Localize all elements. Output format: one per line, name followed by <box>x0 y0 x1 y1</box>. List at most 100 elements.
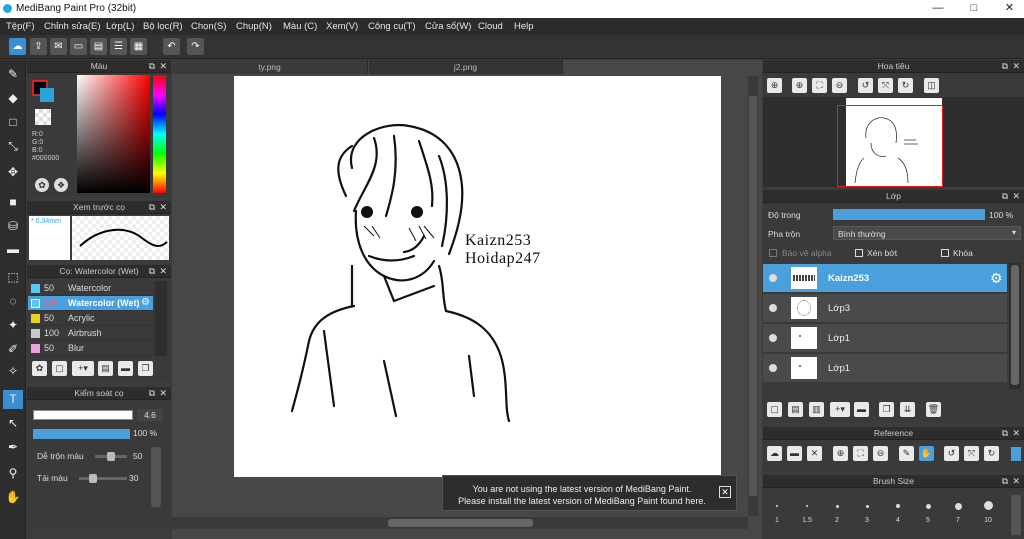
close-button[interactable]: ✕ <box>995 0 1024 18</box>
canvas-page[interactable]: Kaizn253 Hoidap247 <box>234 76 721 477</box>
control-panel-scrollbar[interactable] <box>151 447 161 507</box>
navigator-viewport-frame[interactable] <box>837 105 943 187</box>
mix-slider-handle[interactable] <box>107 452 115 461</box>
layer-row-kaizn253[interactable]: Kaizn253 ⚙ <box>763 264 1007 293</box>
brush-item-watercolor[interactable]: 50 Watercolor <box>28 281 153 296</box>
new-halftone-layer-icon[interactable]: ▤ <box>788 402 803 417</box>
menu-select[interactable]: Chọn(S) <box>191 21 226 32</box>
vertical-scrollbar[interactable] <box>748 76 758 516</box>
menu-tools[interactable]: Công cụ(T) <box>368 21 416 32</box>
brush-list-scrollbar[interactable] <box>155 281 167 356</box>
zoom-out-icon[interactable]: ⊖ <box>873 446 888 461</box>
opacity-slider[interactable] <box>33 429 130 439</box>
fill-rect-tool-icon[interactable]: ■ <box>3 193 23 212</box>
new-folder-icon[interactable]: ▬ <box>854 402 869 417</box>
select-eraser-tool-icon[interactable]: ✧ <box>3 362 23 381</box>
size-dot-1-5[interactable] <box>806 505 808 507</box>
cloud-icon[interactable]: ☁ <box>9 38 26 55</box>
close-panel-icon[interactable]: ✕ <box>159 60 167 73</box>
brush-settings-icon[interactable]: ✿ <box>32 361 47 376</box>
secondary-color-swatch[interactable] <box>40 88 54 102</box>
undock-icon[interactable]: ⧉ <box>149 387 155 400</box>
menu-layer[interactable]: Lớp(L) <box>106 21 134 32</box>
horizontal-scrollbar[interactable] <box>172 517 748 529</box>
undock-icon[interactable]: ⧉ <box>1002 190 1008 203</box>
magic-wand-tool-icon[interactable]: ✦ <box>3 316 23 335</box>
close-panel-icon[interactable]: ✕ <box>159 265 167 278</box>
undo-icon[interactable]: ↶ <box>163 38 180 55</box>
size-dot-4[interactable] <box>896 504 900 508</box>
size-value[interactable]: 4.6 <box>137 409 163 421</box>
select-pen-tool-icon[interactable]: ✐ <box>3 340 23 359</box>
share-icon[interactable]: ⇪ <box>30 38 47 55</box>
reference-scroll[interactable] <box>1011 447 1021 461</box>
horizontal-scroll-thumb[interactable] <box>388 519 533 527</box>
palette-icon[interactable]: ❖ <box>54 178 68 192</box>
undock-icon[interactable]: ⧉ <box>149 201 155 214</box>
color-wheel-icon[interactable]: ✿ <box>35 178 49 192</box>
clipping-checkbox[interactable] <box>855 249 863 257</box>
mix-slider[interactable] <box>95 452 127 461</box>
undock-icon[interactable]: ⧉ <box>149 60 155 73</box>
select-tool-icon[interactable]: ⬚ <box>3 268 23 287</box>
bucket-tool-icon[interactable]: ⛁ <box>3 217 23 236</box>
close-panel-icon[interactable]: ✕ <box>159 387 167 400</box>
move-tool-icon[interactable]: ✥ <box>3 163 23 182</box>
menu-edit[interactable]: Chỉnh sửa(E) <box>44 21 101 32</box>
vertical-scroll-thumb[interactable] <box>749 96 757 496</box>
blend-mode-select[interactable]: Bình thường ▾ <box>833 226 1021 240</box>
size-dot-2[interactable] <box>836 505 839 508</box>
message-icon[interactable]: ▭ <box>70 38 87 55</box>
undock-icon[interactable]: ⧉ <box>149 265 155 278</box>
visibility-eye-icon[interactable] <box>769 334 777 342</box>
dot-tool-icon[interactable]: □ <box>3 113 23 132</box>
close-panel-icon[interactable]: ✕ <box>1012 60 1020 73</box>
saturation-value-picker[interactable] <box>77 75 150 193</box>
close-panel-icon[interactable]: ✕ <box>159 201 167 214</box>
delete-layer-icon[interactable]: 🗑 <box>926 402 941 417</box>
brush-size-scrollbar[interactable] <box>1011 495 1021 535</box>
tab-ty[interactable]: ty.png <box>172 60 368 74</box>
layer-row-lop1-2[interactable]: Lớp1 <box>763 354 1007 383</box>
rotate-right-icon[interactable]: ↻ <box>984 446 999 461</box>
brush-item-blur[interactable]: 50 Blur <box>28 341 153 356</box>
menu-window[interactable]: Cửa sổ(W) <box>425 21 471 32</box>
hand-tool-icon[interactable]: ✋ <box>3 488 23 507</box>
eraser-tool-icon[interactable]: ◆ <box>3 89 23 108</box>
update-notice[interactable]: You are not using the latest version of … <box>442 475 737 511</box>
duplicate-layer-icon[interactable]: ❐ <box>879 402 894 417</box>
operation-tool-icon[interactable]: ↖ <box>3 414 23 433</box>
list-icon[interactable]: ☰ <box>110 38 127 55</box>
size-dot-3[interactable] <box>866 505 869 508</box>
rotate-right-icon[interactable]: ↻ <box>898 78 913 93</box>
new-brush-icon[interactable]: ▢ <box>52 361 67 376</box>
flip-horizontal-icon[interactable]: ◫ <box>924 78 939 93</box>
layer-opacity-slider[interactable] <box>833 209 985 220</box>
layer-row-lop3[interactable]: Lớp3 <box>763 294 1007 323</box>
close-panel-icon[interactable]: ✕ <box>1012 475 1020 488</box>
brush-item-airbrush[interactable]: 100 Airbrush <box>28 326 153 341</box>
cloud-download-icon[interactable]: ☁ <box>767 446 782 461</box>
visibility-eye-icon[interactable] <box>769 364 777 372</box>
menu-color[interactable]: Màu (C) <box>283 21 317 32</box>
tab-j2[interactable]: j2.png <box>369 60 563 74</box>
rotate-left-icon[interactable]: ↺ <box>944 446 959 461</box>
comment-icon[interactable]: ✉ <box>50 38 67 55</box>
gradient-tool-icon[interactable]: ▬ <box>3 240 23 259</box>
folder-icon[interactable]: ▬ <box>118 361 133 376</box>
flip-icon[interactable]: ⤧ <box>964 446 979 461</box>
size-dot-10[interactable] <box>984 501 993 510</box>
duplicate-icon[interactable]: ❐ <box>138 361 153 376</box>
brush-list-doc-icon[interactable]: ▤ <box>98 361 113 376</box>
divide-tool-icon[interactable]: ✒ <box>3 438 23 457</box>
close-panel-icon[interactable]: ✕ <box>1012 190 1020 203</box>
close-panel-icon[interactable]: ✕ <box>1012 427 1020 440</box>
navigator-preview[interactable] <box>763 97 1024 187</box>
undock-icon[interactable]: ⧉ <box>1002 475 1008 488</box>
redo-icon[interactable]: ↷ <box>187 38 204 55</box>
hue-slider[interactable] <box>153 75 166 193</box>
lock-checkbox[interactable] <box>941 249 949 257</box>
text-tool-icon[interactable]: T <box>3 390 23 409</box>
fit-screen-icon[interactable]: ⛶ <box>853 446 868 461</box>
size-slider[interactable] <box>33 410 133 420</box>
